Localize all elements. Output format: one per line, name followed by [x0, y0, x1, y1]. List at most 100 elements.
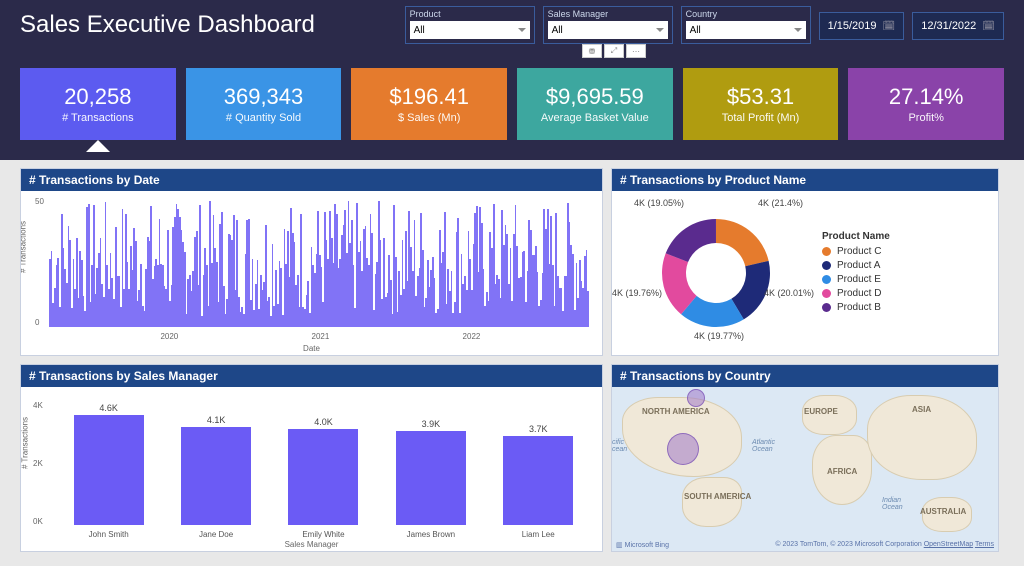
legend-item[interactable]: Product A [822, 260, 890, 271]
filter-product-label: Product [410, 9, 530, 19]
kpi-quantity-value: 369,343 [224, 84, 304, 110]
linechart-body[interactable]: # Transactions 50 0 2020 2021 2022 Date [21, 191, 602, 355]
filter-sales-manager-value: All [552, 25, 563, 36]
map-label-na: NORTH AMERICA [642, 407, 710, 416]
visual-toolbar: ⛃ ⤢ ⋯ [582, 44, 646, 58]
kpi-quantity[interactable]: 369,343 # Quantity Sold [186, 68, 342, 140]
bar-category-label: Jane Doe [199, 530, 233, 539]
donut-svg [656, 213, 776, 333]
bar-y-tick-4k: 4K [33, 401, 43, 410]
map-attrib-text: © 2023 TomTom, © 2023 Microsoft Corporat… [775, 541, 921, 548]
kpi-basket[interactable]: $9,695.59 Average Basket Value [517, 68, 673, 140]
y-tick-50: 50 [35, 197, 44, 206]
bar-chart: 4.6KJohn Smith4.1KJane Doe4.0KEmily Whit… [55, 397, 592, 525]
filter-product-value: All [414, 25, 425, 36]
bar-category-label: Emily White [302, 530, 344, 539]
filter-product: Product All [405, 6, 535, 44]
filter-country: Country All [681, 6, 811, 44]
bar-column[interactable]: 3.7KLiam Lee [493, 424, 583, 525]
bar [503, 436, 573, 525]
card-transactions-by-product: # Transactions by Product Name 4K (19.05… [611, 168, 999, 356]
page-title: Sales Executive Dashboard [20, 11, 315, 39]
kpi-profit-value: $53.31 [727, 84, 794, 110]
donut-body[interactable]: 4K (19.05%) 4K (21.4%) 4K (20.01%) 4K (1… [612, 191, 998, 355]
chevron-down-icon [794, 28, 802, 32]
chart-grid: # Transactions by Date # Transactions 50… [0, 160, 1024, 562]
card-header-transactions-by-country: # Transactions by Country [612, 365, 998, 387]
x-tick-2021: 2021 [312, 332, 330, 341]
header: Sales Executive Dashboard Product All Sa… [0, 0, 1024, 50]
card-header-transactions-by-date: # Transactions by Date [21, 169, 602, 191]
filter-product-select[interactable]: All [410, 21, 530, 39]
filter-country-value: All [690, 25, 701, 36]
kpi-profit[interactable]: $53.31 Total Profit (Mn) [683, 68, 839, 140]
line-chart-series [49, 195, 590, 327]
x-tick-2020: 2020 [160, 332, 178, 341]
legend-label: Product D [837, 288, 881, 299]
ocean-label-pacific: cific cean [612, 439, 627, 453]
map-attrib-bing: Microsoft Bing [625, 542, 669, 549]
chevron-down-icon [518, 28, 526, 32]
date-start-value: 1/15/2019 [828, 20, 877, 32]
date-end-value: 12/31/2022 [921, 20, 976, 32]
bar [181, 427, 251, 525]
map-label-asia: ASIA [912, 405, 931, 414]
card-transactions-by-country: # Transactions by Country NORTH AMERICA … [611, 364, 999, 552]
chevron-down-icon [656, 28, 664, 32]
bar-value-label: 3.7K [529, 424, 548, 434]
kpi-profit-pct-label: Profit% [908, 112, 943, 124]
legend-item[interactable]: Product D [822, 288, 890, 299]
kpi-profit-label: Total Profit (Mn) [722, 112, 800, 124]
barchart-body[interactable]: # Transactions 4K 2K 0K 4.6KJohn Smith4.… [21, 387, 602, 551]
bar-column[interactable]: 4.1KJane Doe [171, 415, 261, 525]
legend-label: Product E [837, 274, 881, 285]
kpi-quantity-label: # Quantity Sold [226, 112, 301, 124]
bar-column[interactable]: 3.9KJames Brown [386, 419, 476, 525]
bar-column[interactable]: 4.6KJohn Smith [64, 403, 154, 525]
world-map[interactable]: NORTH AMERICA EUROPE ASIA AFRICA SOUTH A… [612, 387, 998, 551]
kpi-profit-pct[interactable]: 27.14% Profit% [848, 68, 1004, 140]
bar-value-label: 4.6K [99, 403, 118, 413]
legend-swatch-icon [822, 289, 831, 298]
kpi-selected-pointer-icon [86, 140, 110, 152]
x-axis-label: Date [303, 344, 320, 353]
legend-item[interactable]: Product B [822, 302, 890, 313]
kpi-transactions-label: # Transactions [62, 112, 134, 124]
donut-label-d: 4K (19.76%) [612, 288, 662, 298]
bing-logo-icon: ▥ [616, 541, 623, 549]
bar-column[interactable]: 4.0KEmily White [278, 417, 368, 525]
ocean-label-indian: Indian Ocean [882, 497, 903, 511]
donut-label-e: 4K (19.77%) [694, 331, 744, 341]
filter-sales-manager-select[interactable]: All [548, 21, 668, 39]
donut-slice[interactable] [666, 219, 716, 262]
filter-icon[interactable]: ⛃ [582, 44, 602, 58]
kpi-sales[interactable]: $196.41 $ Sales (Mn) [351, 68, 507, 140]
kpi-sales-value: $196.41 [389, 84, 469, 110]
focus-mode-icon[interactable]: ⤢ [604, 44, 624, 58]
y-axis-label: # Transactions [20, 221, 28, 273]
more-options-icon[interactable]: ⋯ [626, 44, 646, 58]
filter-country-select[interactable]: All [686, 21, 806, 39]
legend-label: Product C [837, 246, 881, 257]
legend-item[interactable]: Product C [822, 246, 890, 257]
filter-sales-manager-label: Sales Manager [548, 9, 668, 19]
map-attrib-terms-link[interactable]: Terms [975, 541, 994, 548]
map-attrib-osm-link[interactable]: OpenStreetMap [924, 541, 973, 548]
kpi-sales-label: $ Sales (Mn) [398, 112, 460, 124]
map-bubble[interactable] [667, 433, 699, 465]
donut-slice[interactable] [716, 219, 769, 266]
legend-label: Product B [837, 302, 881, 313]
filter-country-label: Country [686, 9, 806, 19]
filter-bar: Product All Sales Manager All Country Al… [405, 6, 1004, 44]
kpi-transactions[interactable]: 20,258 # Transactions [20, 68, 176, 140]
bar [288, 429, 358, 525]
legend-item[interactable]: Product E [822, 274, 890, 285]
kpi-strip: ⛃ ⤢ ⋯ 20,258 # Transactions 369,343 # Qu… [0, 50, 1024, 170]
x-tick-2022: 2022 [463, 332, 481, 341]
bar-value-label: 4.0K [314, 417, 333, 427]
map-attribution: ▥Microsoft Bing © 2023 TomTom, © 2023 Mi… [612, 541, 998, 549]
map-body-wrap[interactable]: NORTH AMERICA EUROPE ASIA AFRICA SOUTH A… [612, 387, 998, 551]
date-end[interactable]: 12/31/2022 🗓 [912, 12, 1004, 40]
date-start[interactable]: 1/15/2019 🗓 [819, 12, 905, 40]
map-bubble[interactable] [687, 389, 705, 407]
